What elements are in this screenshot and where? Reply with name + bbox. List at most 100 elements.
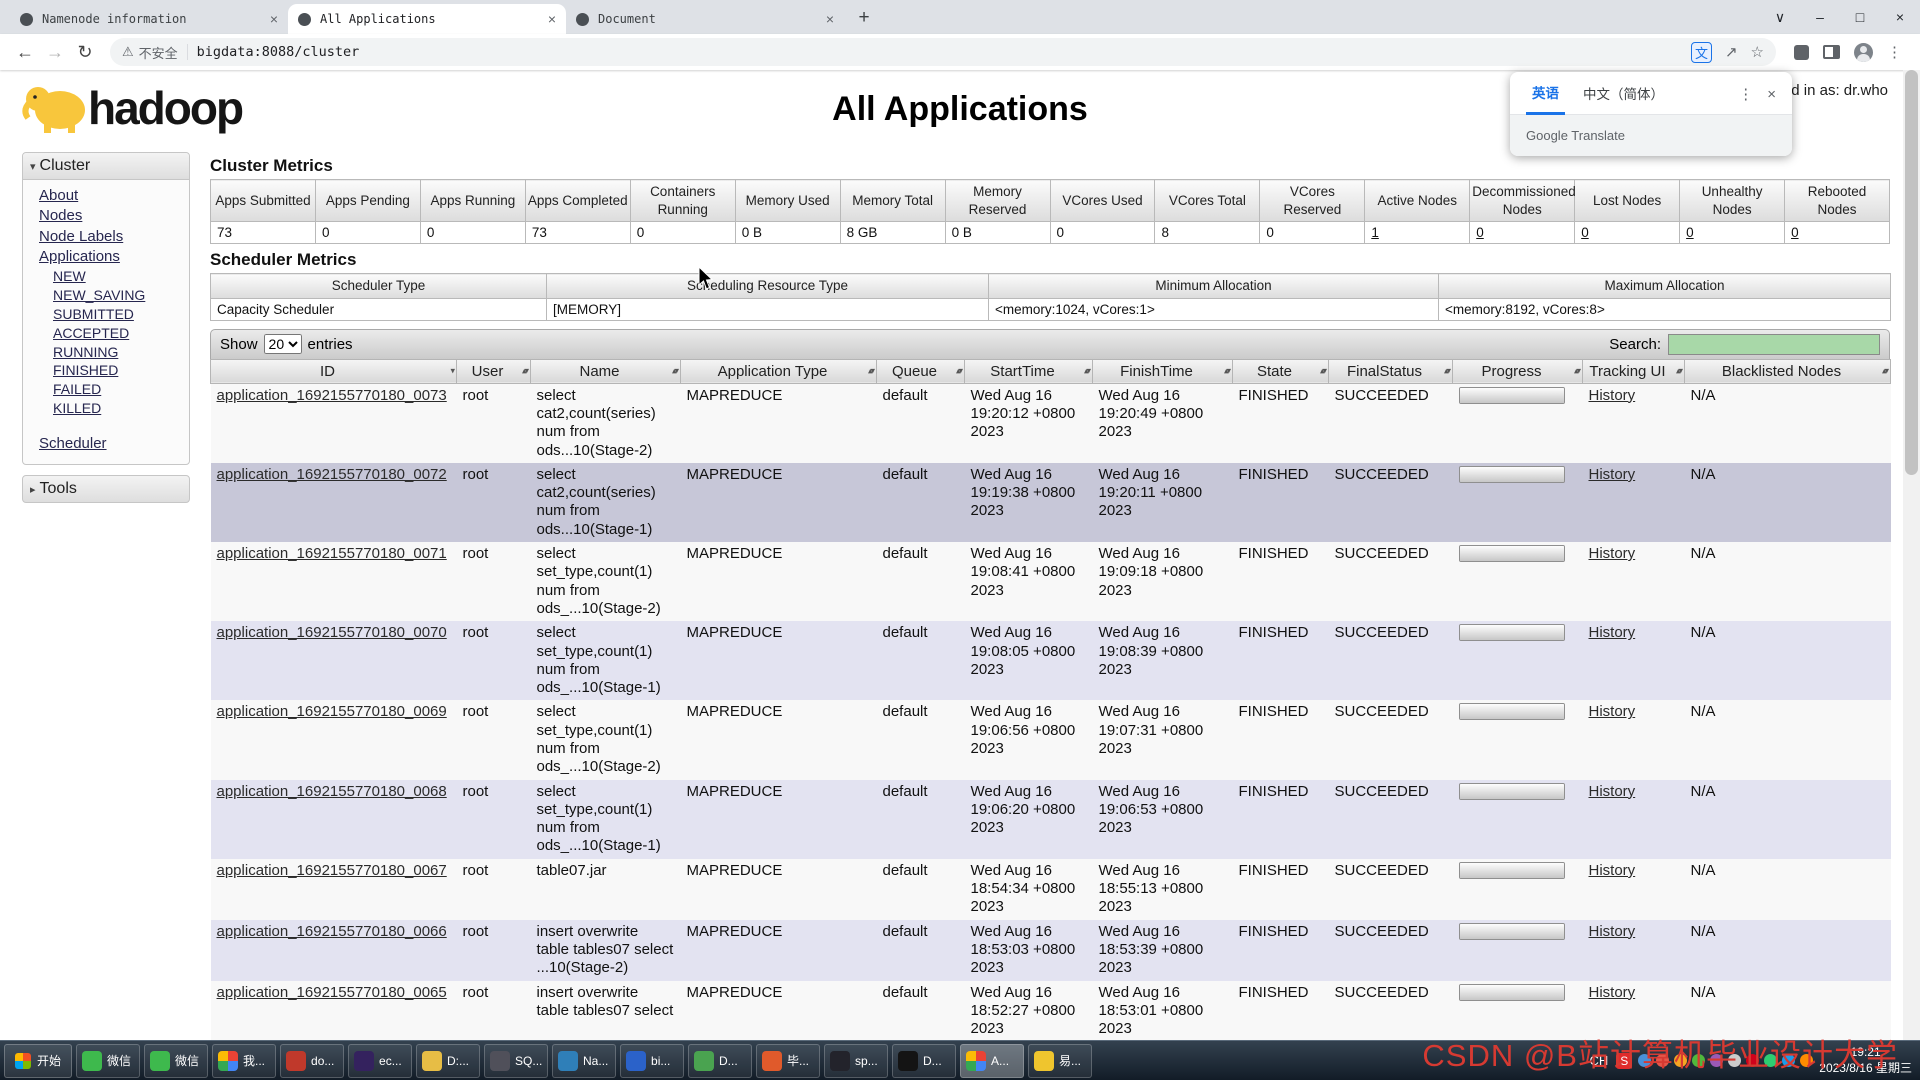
tab-close-icon[interactable]: × bbox=[270, 11, 278, 27]
column-header[interactable]: Application Type ▴▾ bbox=[681, 359, 877, 383]
sidebar-link[interactable]: About bbox=[39, 187, 78, 204]
application-link[interactable]: application_1692155770180_0065 bbox=[217, 984, 447, 1001]
application-link[interactable]: application_1692155770180_0071 bbox=[217, 545, 447, 562]
scrollbar-thumb[interactable] bbox=[1905, 70, 1918, 475]
forward-button[interactable]: → bbox=[40, 42, 70, 63]
taskbar-app-button[interactable]: bi... bbox=[620, 1044, 684, 1078]
taskbar-app-button[interactable]: ec... bbox=[348, 1044, 412, 1078]
sidebar-link[interactable]: FINISHED bbox=[53, 362, 118, 378]
history-link[interactable]: History bbox=[1589, 466, 1636, 483]
column-header[interactable]: Blacklisted Nodes ▴▾ bbox=[1685, 359, 1891, 383]
sort-icon[interactable]: ▴▾ bbox=[868, 366, 873, 377]
metric-column-header[interactable]: Memory Total bbox=[840, 180, 945, 222]
column-header[interactable]: Queue ▴▾ bbox=[877, 359, 965, 383]
application-link[interactable]: application_1692155770180_0072 bbox=[217, 466, 447, 483]
taskbar-app-button[interactable]: 微信 bbox=[144, 1044, 208, 1078]
application-link[interactable]: application_1692155770180_0073 bbox=[217, 387, 447, 404]
sort-icon[interactable]: ▴▾ bbox=[1574, 366, 1579, 377]
metric-column-header[interactable]: VCores Used bbox=[1050, 180, 1155, 222]
sort-icon[interactable]: ▴▾ bbox=[1224, 366, 1229, 377]
sidebar-link[interactable]: FAILED bbox=[53, 381, 101, 397]
browser-menu-icon[interactable]: ⋮ bbox=[1887, 43, 1902, 61]
metric-column-header[interactable]: Memory Reserved bbox=[945, 180, 1050, 222]
share-icon[interactable]: ↗ bbox=[1725, 43, 1738, 61]
new-tab-button[interactable]: + bbox=[850, 4, 878, 32]
translate-close-icon[interactable]: × bbox=[1761, 86, 1778, 111]
sidebar-item[interactable]: Node Labels bbox=[39, 227, 185, 247]
application-link[interactable]: application_1692155770180_0067 bbox=[217, 862, 447, 879]
column-header[interactable]: State ▴▾ bbox=[1233, 359, 1329, 383]
minimize-button[interactable]: – bbox=[1800, 9, 1840, 25]
sidebar-link[interactable]: NEW bbox=[53, 268, 86, 284]
metric-column-header[interactable]: Apps Submitted bbox=[211, 180, 316, 222]
metric-column-header[interactable]: Maximum Allocation bbox=[1439, 274, 1891, 299]
metric-column-header[interactable]: Minimum Allocation bbox=[989, 274, 1439, 299]
sidebar-item[interactable]: Applications bbox=[39, 247, 185, 267]
sort-icon[interactable]: ▴▾ bbox=[956, 366, 961, 377]
history-link[interactable]: History bbox=[1589, 387, 1636, 404]
translate-menu-icon[interactable]: ⋮ bbox=[1730, 85, 1761, 111]
sort-icon[interactable]: ▴▾ bbox=[1320, 366, 1325, 377]
sidebar-item[interactable]: SUBMITTED bbox=[53, 305, 189, 324]
bookmark-star-icon[interactable]: ☆ bbox=[1751, 43, 1764, 61]
taskbar-app-button[interactable]: Na... bbox=[552, 1044, 616, 1078]
metric-column-header[interactable]: Apps Pending bbox=[315, 180, 420, 222]
sidebar-link[interactable]: ACCEPTED bbox=[53, 325, 129, 341]
application-link[interactable]: application_1692155770180_0068 bbox=[217, 783, 447, 800]
sidebar-item[interactable]: About bbox=[39, 186, 185, 206]
tab-search-icon[interactable]: ∨ bbox=[1760, 9, 1800, 26]
taskbar-app-button[interactable]: 易... bbox=[1028, 1044, 1092, 1078]
sidebar-link[interactable]: RUNNING bbox=[53, 344, 118, 360]
history-link[interactable]: History bbox=[1589, 862, 1636, 879]
metric-column-header[interactable]: VCores Total bbox=[1155, 180, 1260, 222]
translate-target-tab[interactable]: 中文（简体） bbox=[1577, 83, 1670, 113]
application-link[interactable]: application_1692155770180_0069 bbox=[217, 703, 447, 720]
tab-close-icon[interactable]: × bbox=[548, 11, 556, 27]
metric-column-header[interactable]: Containers Running bbox=[630, 180, 735, 222]
sidebar-item[interactable]: FAILED bbox=[53, 380, 189, 399]
sidebar-item[interactable]: RUNNING bbox=[53, 343, 189, 362]
taskbar-app-button[interactable]: sp... bbox=[824, 1044, 888, 1078]
history-link[interactable]: History bbox=[1589, 783, 1636, 800]
close-window-button[interactable]: × bbox=[1880, 9, 1920, 25]
tab-close-icon[interactable]: × bbox=[826, 11, 834, 27]
side-panel-icon[interactable] bbox=[1823, 45, 1840, 59]
metric-column-header[interactable]: Decommissioned Nodes bbox=[1470, 180, 1575, 222]
sidebar-link[interactable]: SUBMITTED bbox=[53, 306, 134, 322]
sort-icon[interactable]: ▴▾ bbox=[1084, 366, 1089, 377]
sort-icon[interactable]: ▴▾ bbox=[522, 366, 527, 377]
back-button[interactable]: ← bbox=[10, 42, 40, 63]
translate-source-tab[interactable]: 英语 bbox=[1526, 82, 1565, 115]
taskbar-app-button[interactable]: SQ... bbox=[484, 1044, 548, 1078]
sort-icon[interactable]: ▴▾ bbox=[1676, 366, 1681, 377]
metric-column-header[interactable]: Apps Running bbox=[420, 180, 525, 222]
history-link[interactable]: History bbox=[1589, 923, 1636, 940]
column-header[interactable]: ID ▾ bbox=[211, 359, 457, 383]
search-input[interactable] bbox=[1668, 334, 1880, 355]
application-link[interactable]: application_1692155770180_0066 bbox=[217, 923, 447, 940]
sidebar-link[interactable]: NEW_SAVING bbox=[53, 287, 145, 303]
history-link[interactable]: History bbox=[1589, 545, 1636, 562]
history-link[interactable]: History bbox=[1589, 703, 1636, 720]
column-header[interactable]: StartTime ▴▾ bbox=[965, 359, 1093, 383]
taskbar-app-button[interactable]: D:... bbox=[416, 1044, 480, 1078]
taskbar-app-button[interactable]: D... bbox=[688, 1044, 752, 1078]
column-header[interactable]: Name ▴▾ bbox=[531, 359, 681, 383]
metric-column-header[interactable]: VCores Reserved bbox=[1260, 180, 1365, 222]
extensions-icon[interactable] bbox=[1794, 45, 1809, 60]
sidebar-link[interactable]: Node Labels bbox=[39, 228, 123, 245]
metric-column-header[interactable]: Scheduler Type bbox=[211, 274, 547, 299]
metric-column-header[interactable]: Apps Completed bbox=[525, 180, 630, 222]
start-button[interactable]: 开始 bbox=[4, 1044, 72, 1078]
url-text[interactable]: bigdata:8088/cluster bbox=[197, 44, 1691, 60]
browser-tab[interactable]: Namenode information × bbox=[10, 4, 288, 34]
metric-column-header[interactable]: Memory Used bbox=[735, 180, 840, 222]
address-bar[interactable]: ⚠ 不安全 bigdata:8088/cluster 文 ↗ ☆ bbox=[110, 38, 1776, 66]
taskbar-app-button[interactable]: 毕... bbox=[756, 1044, 820, 1078]
profile-avatar[interactable] bbox=[1854, 43, 1873, 62]
sidebar-item[interactable]: Nodes bbox=[39, 206, 185, 226]
taskbar-app-button[interactable]: 微信 bbox=[76, 1044, 140, 1078]
sort-icon[interactable]: ▴▾ bbox=[1444, 366, 1449, 377]
browser-tab[interactable]: All Applications × bbox=[288, 4, 566, 34]
column-header[interactable]: Progress ▴▾ bbox=[1453, 359, 1583, 383]
